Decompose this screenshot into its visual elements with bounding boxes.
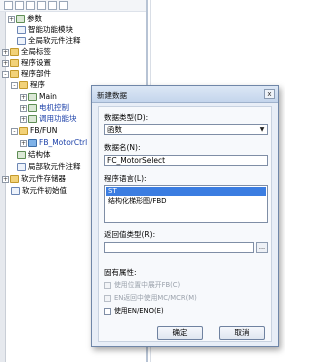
checkbox-icon[interactable] [104, 307, 111, 315]
toolbar-button-5[interactable] [48, 1, 57, 10]
data-name-input[interactable]: FC_MotorSelect [104, 155, 268, 166]
toolbar-button-2[interactable] [15, 1, 24, 10]
tree-item-struct[interactable]: 结构体 [17, 150, 51, 160]
program-icon [28, 115, 37, 123]
tree-item-device-memory[interactable]: + 软元件存储器 [2, 174, 66, 184]
data-type-select[interactable]: 函数 ▼ [104, 124, 268, 135]
toolbar-button-4[interactable] [37, 1, 46, 10]
collapse-icon[interactable]: - [2, 70, 9, 78]
data-type-value: 函数 [107, 125, 122, 134]
expand-icon[interactable]: + [2, 48, 9, 56]
struct-icon [17, 151, 26, 159]
folder-icon [19, 127, 28, 135]
expand-icon[interactable]: + [20, 139, 27, 147]
tree-item-program-parts[interactable]: - 程序部件 [2, 69, 51, 79]
program-language-list[interactable]: ST 结构化梯形图/FBD [104, 185, 268, 223]
tree-item-device-initial-value[interactable]: 软元件初始值 [11, 186, 67, 196]
expand-icon[interactable]: + [20, 104, 27, 112]
toolbar-button-1[interactable] [4, 1, 13, 10]
tree-item-fb-motorctrl[interactable]: + FB_MotorCtrl [20, 138, 87, 148]
return-type-label: 返回值类型(R): [104, 230, 156, 239]
folder-icon [10, 70, 19, 78]
use-mc-mcr-checkbox[interactable]: EN返回中使用MC/MCR(M) [104, 293, 197, 303]
new-data-dialog: 新建数据 x 数据类型(D): 函数 ▼ 数据名(N): FC_MotorSel… [91, 85, 279, 347]
tree-item-fb-fun[interactable]: - FB/FUN [11, 126, 57, 136]
doc-icon [17, 163, 26, 171]
fixed-attributes-label: 固有属性: [104, 268, 137, 277]
tree-item-local-device-comment[interactable]: 局部软元件注释 [17, 162, 81, 172]
folder-icon [10, 48, 19, 56]
dialog-title-bar[interactable]: 新建数据 x [92, 86, 278, 103]
tree-item-motor-control[interactable]: + 电机控制 [20, 103, 69, 113]
collapse-icon[interactable]: - [11, 81, 18, 89]
return-type-input[interactable] [104, 242, 254, 253]
ok-button[interactable]: 确定 [157, 326, 203, 340]
tree-toolbar [0, 0, 146, 12]
program-language-label: 程序语言(L): [104, 174, 147, 183]
folder-icon [19, 81, 28, 89]
tree-item-global-device-comment[interactable]: 全局软元件注释 [17, 36, 81, 46]
data-name-value: FC_MotorSelect [107, 156, 166, 165]
fb-icon [28, 139, 37, 147]
tree-item-call-fb[interactable]: + 调用功能块 [20, 114, 77, 124]
app-window: + 参数 智能功能模块 全局软元件注释 + 全局标签 + 程序设置 - 程序部件 - 程序… [0, 0, 285, 362]
dialog-title: 新建数据 [97, 91, 127, 100]
tree-item-program-setting[interactable]: + 程序设置 [2, 58, 51, 68]
chevron-down-icon[interactable]: ▼ [257, 125, 267, 134]
checkbox-icon[interactable] [104, 294, 111, 302]
expand-fb-checkbox[interactable]: 使用位置中展开FB(C) [104, 280, 180, 290]
module-icon [17, 26, 26, 34]
data-type-label: 数据类型(D): [104, 113, 149, 122]
collapse-icon[interactable]: - [11, 127, 18, 135]
toolbar-button-6[interactable] [59, 1, 68, 10]
tree-item-program[interactable]: - 程序 [11, 80, 45, 90]
program-icon [28, 93, 37, 101]
tree-item-intelligent-module[interactable]: 智能功能模块 [17, 25, 73, 35]
expand-icon[interactable]: + [2, 175, 9, 183]
folder-icon [10, 175, 19, 183]
expand-icon[interactable]: + [20, 115, 27, 123]
expand-icon[interactable]: + [20, 93, 27, 101]
grid-icon [16, 15, 25, 23]
program-icon [28, 104, 37, 112]
expand-icon[interactable]: + [8, 15, 15, 23]
language-option-ladder-fbd[interactable]: 结构化梯形图/FBD [106, 197, 266, 206]
toolbar-button-3[interactable] [26, 1, 35, 10]
language-option-st[interactable]: ST [106, 187, 266, 196]
doc-icon [11, 187, 20, 195]
folder-icon [10, 59, 19, 67]
tree-item-main[interactable]: + Main [20, 92, 57, 102]
data-name-label: 数据名(N): [104, 143, 141, 152]
tree-item-global-label[interactable]: + 全局标签 [2, 47, 51, 57]
use-en-eno-checkbox[interactable]: 使用EN/ENO(E) [104, 306, 164, 316]
doc-icon [17, 37, 26, 45]
close-button[interactable]: x [264, 89, 275, 99]
cancel-button[interactable]: 取消 [219, 326, 265, 340]
tree-item-parameter[interactable]: + 参数 [8, 14, 42, 24]
expand-icon[interactable]: + [2, 59, 9, 67]
checkbox-icon[interactable] [104, 281, 111, 289]
browse-button[interactable]: ... [256, 242, 268, 253]
